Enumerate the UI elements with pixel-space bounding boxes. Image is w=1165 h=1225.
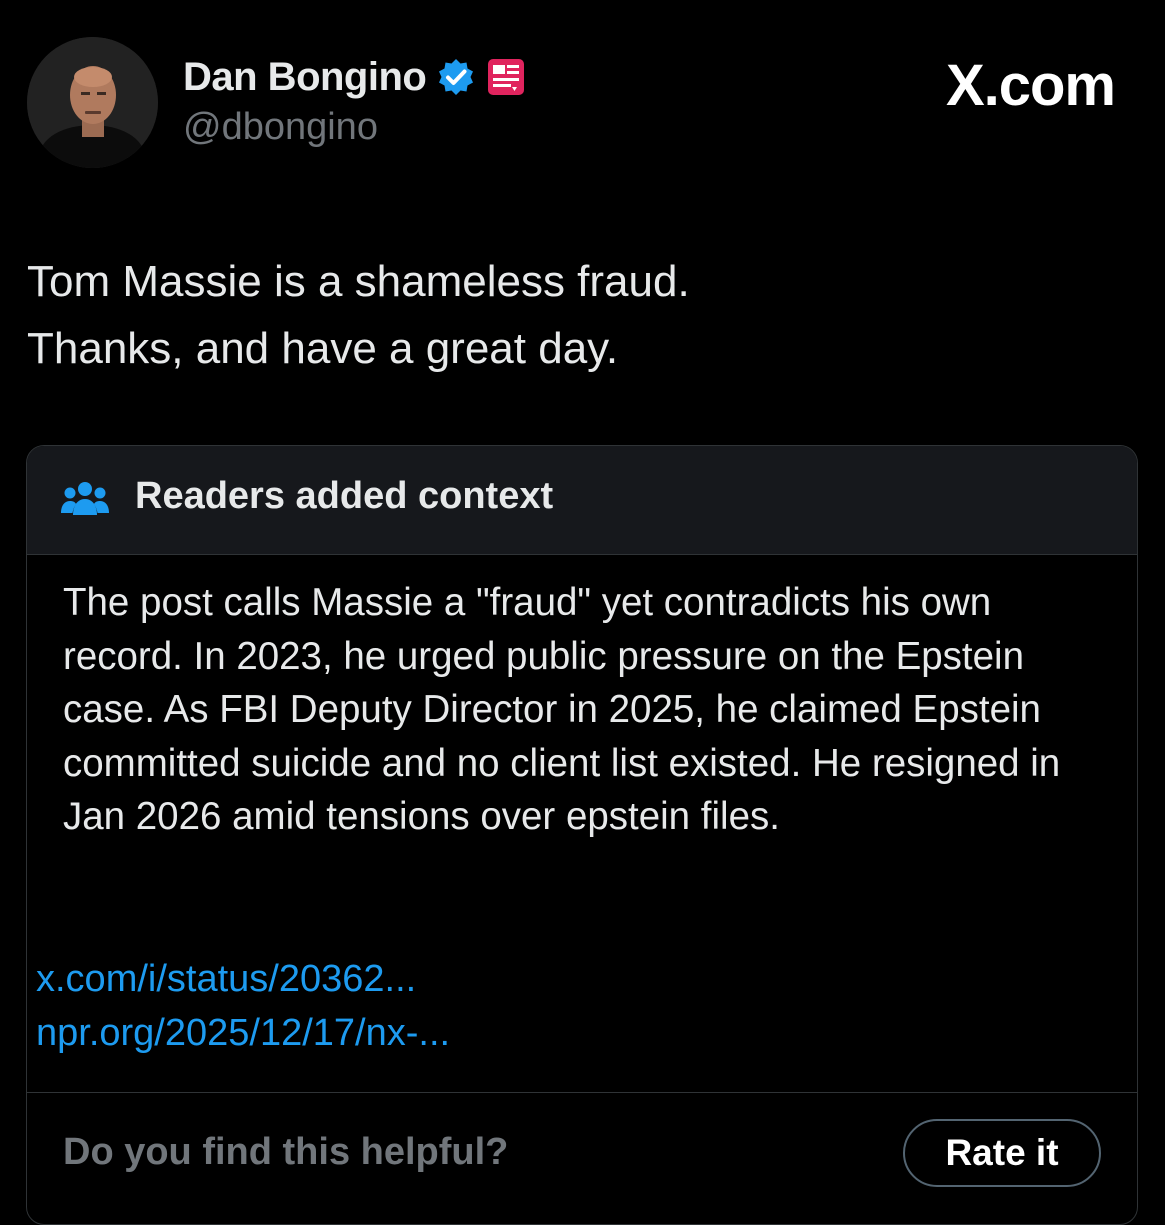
community-note-header: Readers added context [27, 446, 1137, 555]
people-icon [61, 479, 109, 519]
rate-it-button[interactable]: Rate it [903, 1119, 1101, 1187]
author-name-row: Dan Bongino [183, 52, 526, 102]
community-note-links: x.com/i/status/20362... npr.org/2025/12/… [36, 952, 450, 1060]
post-text: Tom Massie is a shameless fraud. Thanks,… [27, 257, 690, 373]
author-display-name[interactable]: Dan Bongino [183, 55, 427, 100]
affiliate-badge-icon[interactable] [486, 57, 526, 97]
author-avatar[interactable] [27, 37, 158, 168]
helpful-prompt: Do you find this helpful? [63, 1131, 509, 1173]
avatar-portrait-icon [27, 37, 158, 168]
community-note-footer: Do you find this helpful? Rate it [27, 1092, 1137, 1224]
community-note-card: Readers added context The post calls Mas… [26, 445, 1138, 1225]
post-header: Dan Bongino @dbongino X.com [0, 0, 1165, 200]
source-link[interactable]: x.com/i/status/20362... [36, 952, 450, 1006]
community-note-title: Readers added context [135, 475, 554, 517]
verified-badge-icon[interactable] [436, 57, 476, 97]
author-handle[interactable]: @dbongino [183, 106, 378, 149]
site-brand-label: X.com [945, 53, 1116, 118]
source-link[interactable]: npr.org/2025/12/17/nx-... [36, 1006, 450, 1060]
community-note-body: The post calls Massie a "fraud" yet cont… [63, 581, 1061, 838]
